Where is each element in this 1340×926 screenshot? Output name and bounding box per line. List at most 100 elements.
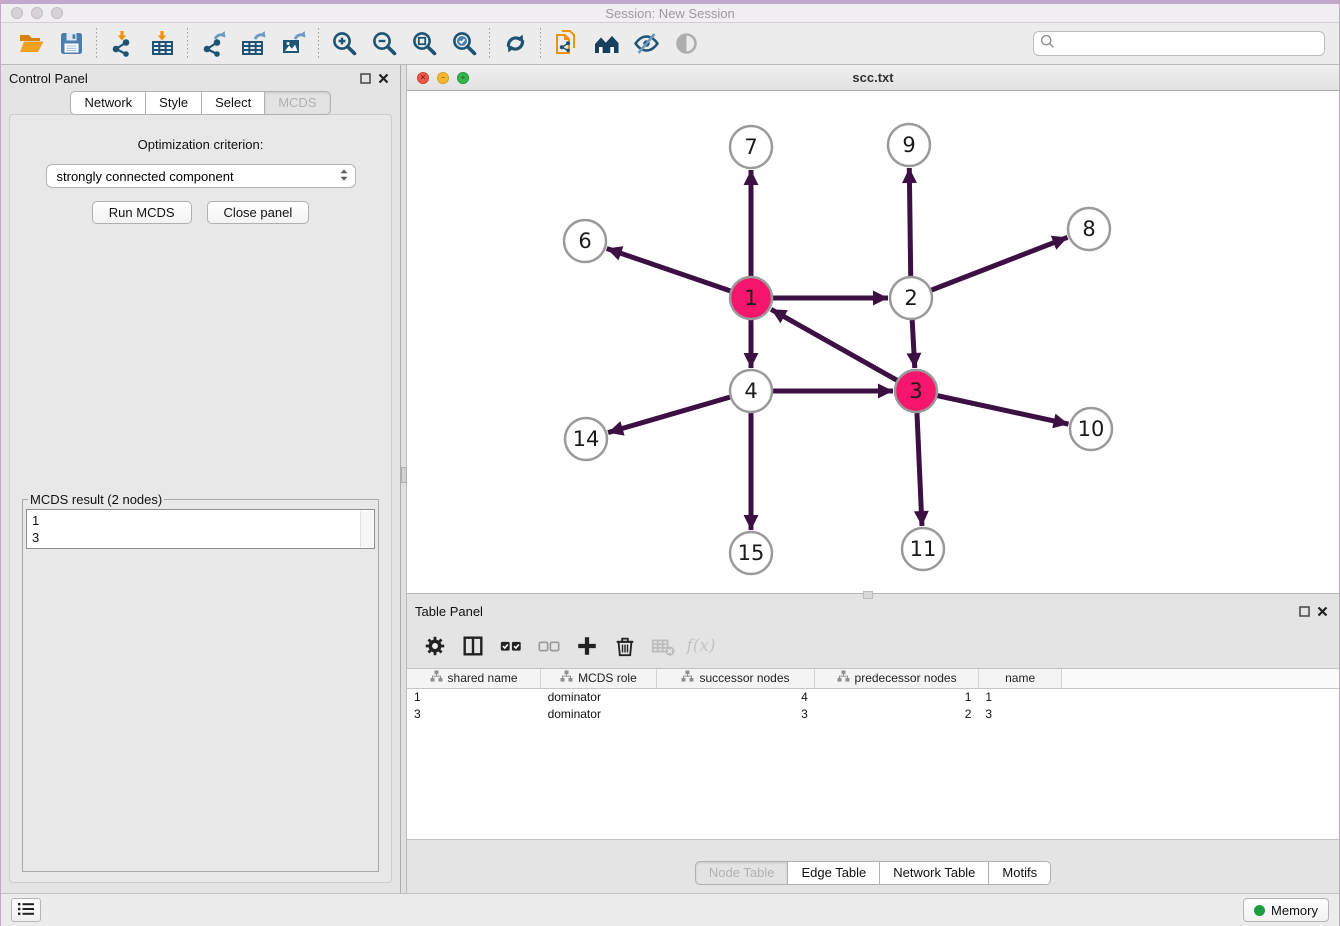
column-header-shared-name[interactable]: shared name — [407, 669, 541, 688]
run-mcds-button[interactable]: Run MCDS — [92, 201, 192, 224]
tab-network-table[interactable]: Network Table — [880, 861, 989, 885]
tab-select[interactable]: Select — [202, 91, 265, 115]
memory-button[interactable]: Memory — [1243, 898, 1329, 922]
control-panel-header: Control Panel — [1, 65, 400, 91]
select-all-button[interactable] — [493, 629, 529, 663]
tab-style[interactable]: Style — [146, 91, 202, 115]
graph-node-2[interactable]: 2 — [890, 277, 932, 319]
tab-node-table[interactable]: Node Table — [695, 861, 789, 885]
close-panel-icon[interactable] — [1313, 602, 1331, 620]
open-session-button[interactable] — [11, 27, 51, 61]
tab-mcds[interactable]: MCDS — [265, 91, 330, 115]
import-table-button[interactable] — [142, 27, 182, 61]
column-header-predecessor-nodes[interactable]: predecessor nodes — [815, 669, 979, 688]
cell-name[interactable]: 1 — [978, 688, 1062, 705]
criterion-select[interactable]: strongly connected component — [46, 164, 356, 188]
graph-node-11[interactable]: 11 — [902, 528, 944, 570]
column-header-successor-nodes[interactable]: successor nodes — [656, 669, 815, 688]
network-window-title: scc.txt — [407, 70, 1339, 85]
svg-text:15: 15 — [738, 541, 765, 565]
graph-node-14[interactable]: 14 — [565, 418, 607, 460]
memory-status-dot — [1254, 905, 1265, 916]
cell-name[interactable]: 3 — [978, 705, 1062, 722]
graph-node-10[interactable]: 10 — [1070, 408, 1112, 450]
zoom-selected-button[interactable] — [444, 27, 484, 61]
tab-motifs[interactable]: Motifs — [989, 861, 1051, 885]
cell-predecessor-nodes[interactable]: 2 — [815, 705, 979, 722]
graph-node-7[interactable]: 7 — [730, 126, 772, 168]
close-panel-icon[interactable] — [374, 69, 392, 87]
horizontal-splitter[interactable] — [407, 594, 1339, 598]
save-session-button[interactable] — [51, 27, 91, 61]
graph-edge-3-10[interactable] — [916, 391, 1069, 424]
new-network-from-selection-button[interactable] — [546, 27, 586, 61]
table-row[interactable]: 1dominator411 — [407, 688, 1339, 705]
graph-edge-1-6[interactable] — [607, 248, 751, 298]
window-minimize-button[interactable] — [31, 7, 43, 19]
export-image-button[interactable] — [273, 27, 313, 61]
graph-node-1[interactable]: 1 — [730, 277, 772, 319]
table-mode-gear-button[interactable] — [417, 629, 453, 663]
zoom-fit-button[interactable] — [404, 27, 444, 61]
apply-preferred-layout-button[interactable] — [495, 27, 535, 61]
splitter-grip[interactable] — [401, 467, 407, 483]
delete-columns-button[interactable] — [607, 629, 643, 663]
svg-text:1: 1 — [744, 286, 757, 310]
export-table-button[interactable] — [233, 27, 273, 61]
graph-node-4[interactable]: 4 — [730, 370, 772, 412]
zoom-in-button[interactable] — [324, 27, 364, 61]
network-maximize-button[interactable]: + — [457, 72, 469, 84]
result-scrollbar[interactable] — [360, 511, 373, 547]
create-column-button[interactable] — [569, 629, 605, 663]
cell-MCDS-role[interactable]: dominator — [541, 705, 657, 722]
vertical-splitter[interactable] — [401, 65, 407, 893]
table-row[interactable]: 3dominator323 — [407, 705, 1339, 722]
graph-node-6[interactable]: 6 — [564, 220, 606, 262]
show-all-button[interactable] — [666, 27, 706, 61]
mcds-result-box[interactable]: 1 3 — [26, 509, 375, 549]
graph-node-15[interactable]: 15 — [730, 532, 772, 574]
column-header-MCDS-role[interactable]: MCDS role — [541, 669, 657, 688]
column-header-name[interactable]: name — [978, 669, 1062, 688]
first-neighbors-button[interactable] — [586, 27, 626, 61]
graph-edge-2-8[interactable] — [911, 237, 1068, 298]
float-panel-icon[interactable] — [356, 69, 374, 87]
graph-edge-4-14[interactable] — [608, 391, 751, 433]
export-network-button[interactable] — [193, 27, 233, 61]
close-panel-button[interactable]: Close panel — [207, 201, 310, 224]
tab-network[interactable]: Network — [70, 91, 146, 115]
graph-edge-3-1[interactable] — [771, 309, 916, 391]
criterion-select-value: strongly connected component — [57, 169, 337, 184]
search-box[interactable] — [1033, 31, 1325, 56]
graph-node-9[interactable]: 9 — [888, 124, 930, 166]
function-builder-button: f(x) — [683, 629, 719, 663]
task-history-button[interactable] — [11, 898, 41, 922]
float-panel-icon[interactable] — [1295, 602, 1313, 620]
svg-text:14: 14 — [573, 427, 600, 451]
cell-shared-name[interactable]: 1 — [407, 688, 541, 705]
cell-successor-nodes[interactable]: 4 — [656, 688, 815, 705]
cell-shared-name[interactable]: 3 — [407, 705, 541, 722]
svg-text:6: 6 — [578, 229, 591, 253]
cell-predecessor-nodes[interactable]: 1 — [815, 688, 979, 705]
cell-successor-nodes[interactable]: 3 — [656, 705, 815, 722]
import-network-button[interactable] — [102, 27, 142, 61]
deselect-all-button[interactable] — [531, 629, 567, 663]
splitter-grip[interactable] — [863, 591, 873, 599]
show-columns-button[interactable] — [455, 629, 491, 663]
tab-edge-table[interactable]: Edge Table — [788, 861, 880, 885]
mcds-result-group: MCDS result (2 nodes) 1 3 — [22, 492, 379, 872]
cell-MCDS-role[interactable]: dominator — [541, 688, 657, 705]
network-minimize-button[interactable]: − — [437, 72, 449, 84]
node-table[interactable]: shared nameMCDS rolesuccessor nodesprede… — [407, 669, 1339, 722]
hide-selected-button[interactable] — [626, 27, 666, 61]
network-close-button[interactable]: ✕ — [417, 72, 429, 84]
network-canvas[interactable]: 7 9 6 8 1 2 4 3 14 10 15 11 — [407, 91, 1340, 593]
window-zoom-button[interactable] — [51, 7, 63, 19]
zoom-out-button[interactable] — [364, 27, 404, 61]
tree-icon — [837, 670, 850, 686]
search-input[interactable] — [1059, 36, 1318, 51]
graph-node-8[interactable]: 8 — [1068, 208, 1110, 250]
graph-node-3[interactable]: 3 — [895, 370, 937, 412]
window-close-button[interactable] — [11, 7, 23, 19]
